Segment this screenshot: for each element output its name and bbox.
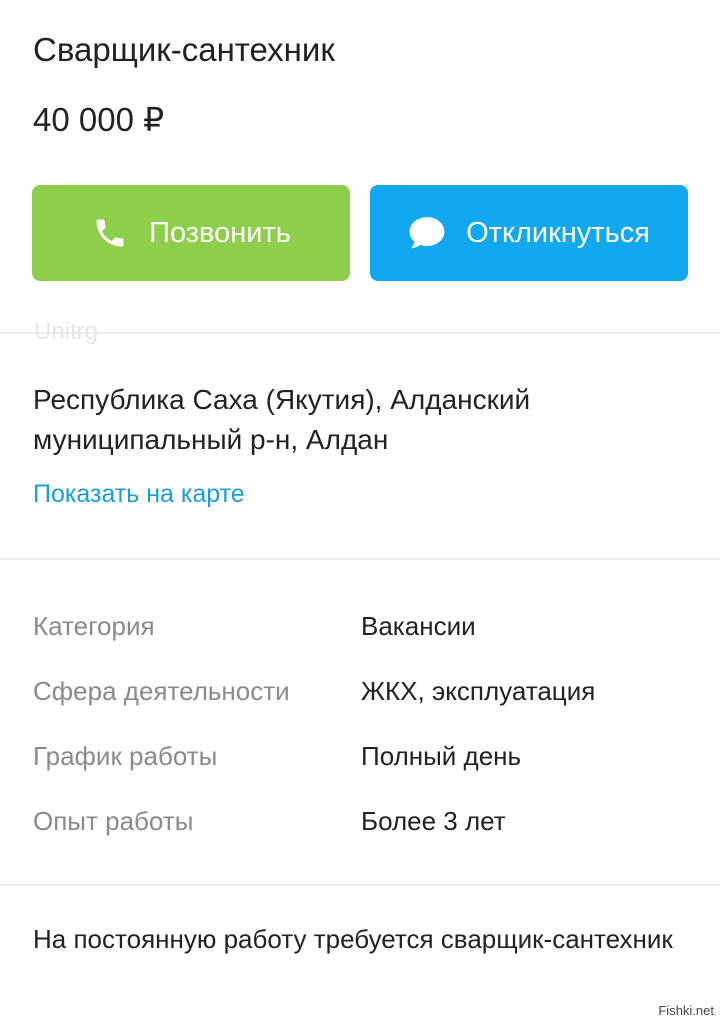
phone-icon: [91, 214, 129, 252]
location-address: Республика Саха (Якутия), Алданский муни…: [33, 384, 531, 455]
param-value: ЖКХ, эксплуатация: [361, 676, 596, 706]
param-row-schedule: График работы Полный день: [33, 734, 693, 799]
call-button-label: Позвонить: [149, 216, 291, 249]
listing-description: На постоянную работу требуется сварщик-с…: [33, 924, 673, 954]
param-label: Опыт работы: [33, 806, 194, 836]
ghost-text: Unitrg: [34, 318, 99, 345]
watermark: Fishki.net: [658, 1003, 714, 1018]
param-label: Категория: [33, 611, 155, 641]
param-value: Вакансии: [361, 611, 476, 641]
divider: [0, 332, 720, 334]
param-label: График работы: [33, 741, 218, 771]
divider: [0, 558, 720, 560]
param-value: Более 3 лет: [361, 806, 506, 836]
param-row-field: Сфера деятельности ЖКХ, эксплуатация: [33, 669, 693, 734]
param-value: Полный день: [361, 741, 522, 771]
show-on-map-link[interactable]: Показать на карте: [33, 476, 245, 512]
reply-button-label: Откликнуться: [466, 216, 650, 249]
listing-title: Сварщик-сантехник: [33, 31, 335, 68]
listing-price: 40 000 ₽: [33, 101, 165, 138]
call-button[interactable]: Позвонить: [32, 185, 350, 281]
params-list: Категория Вакансии Сфера деятельности ЖК…: [33, 604, 693, 864]
chat-bubble-icon: [408, 214, 446, 252]
divider: [0, 884, 720, 886]
listing-page: Сварщик-сантехник 40 000 ₽ Позвонить Отк…: [0, 0, 720, 1025]
param-label: Сфера деятельности: [33, 676, 290, 706]
reply-button[interactable]: Откликнуться: [370, 185, 688, 281]
param-row-category: Категория Вакансии: [33, 604, 693, 669]
param-row-experience: Опыт работы Более 3 лет: [33, 799, 693, 864]
